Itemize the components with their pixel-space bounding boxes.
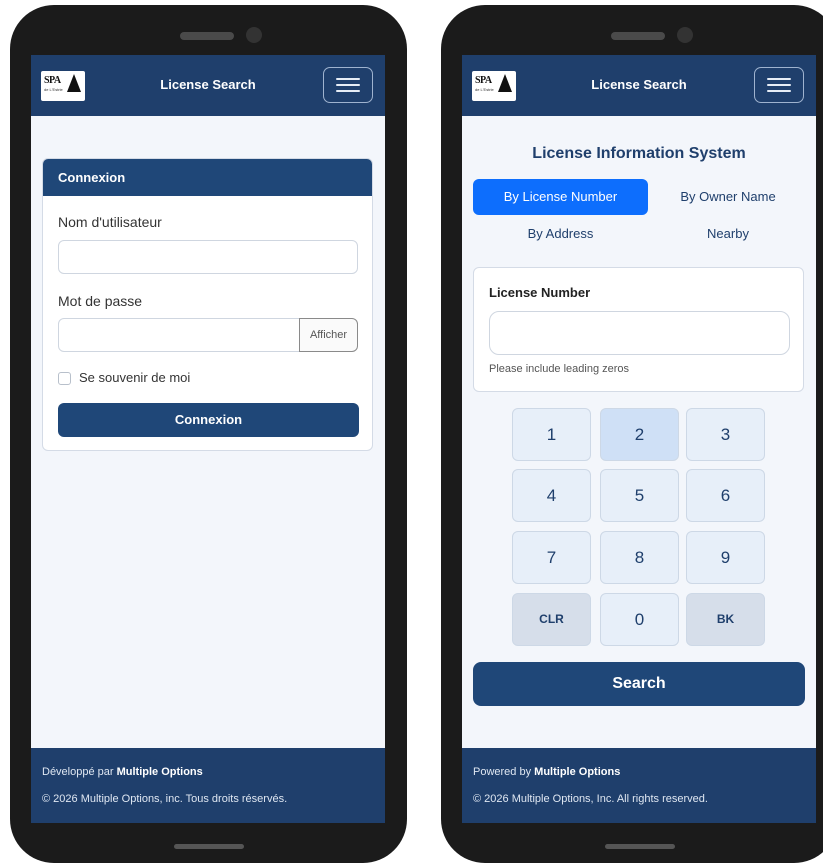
password-input[interactable] — [58, 318, 300, 352]
remember-me-label[interactable]: Se souvenir de moi — [79, 370, 190, 385]
phone-frame-left: SPA de L'Estrie License Search Connexion… — [10, 5, 407, 863]
footer-copyright: © 2026 Multiple Options, inc. Tous droit… — [42, 793, 288, 805]
keypad-9[interactable]: 9 — [686, 531, 765, 584]
footer-credit: Développé par Multiple Options — [42, 766, 203, 778]
page-footer: Powered by Multiple Options © 2026 Multi… — [462, 748, 816, 823]
speaker-grille — [180, 32, 234, 40]
keypad-5[interactable]: 5 — [600, 469, 679, 522]
footer-copyright: © 2026 Multiple Options, Inc. All rights… — [473, 793, 708, 805]
hamburger-icon — [767, 78, 791, 80]
front-camera — [246, 27, 262, 43]
keypad-2[interactable]: 2 — [600, 408, 679, 461]
home-indicator — [174, 844, 244, 849]
top-navbar: SPA de L'Estrie License Search — [462, 55, 816, 116]
footer-credit-prefix: Développé par — [42, 766, 117, 778]
keypad-backspace-button[interactable]: BK — [686, 593, 765, 646]
phone-frame-right: SPA de L'Estrie License Search License I… — [441, 5, 823, 863]
login-card: Connexion Nom d'utilisateur Mot de passe… — [42, 158, 373, 451]
license-number-input[interactable] — [489, 311, 790, 355]
license-number-card: License Number Please include leading ze… — [473, 267, 804, 392]
tab-by-license-number[interactable]: By License Number — [473, 179, 648, 215]
speaker-grille — [611, 32, 665, 40]
keypad-4[interactable]: 4 — [512, 469, 591, 522]
front-camera — [677, 27, 693, 43]
username-input[interactable] — [58, 240, 358, 274]
show-password-button[interactable]: Afficher — [299, 318, 358, 352]
keypad-0[interactable]: 0 — [600, 593, 679, 646]
footer-company-link[interactable]: Multiple Options — [117, 766, 203, 778]
footer-company-link[interactable]: Multiple Options — [534, 766, 620, 778]
footer-credit-prefix: Powered by — [473, 766, 535, 778]
license-search-screen: SPA de L'Estrie License Search License I… — [462, 55, 816, 823]
keypad-1[interactable]: 1 — [512, 408, 591, 461]
username-label: Nom d'utilisateur — [58, 214, 162, 230]
search-button[interactable]: Search — [473, 662, 805, 706]
keypad-7[interactable]: 7 — [512, 531, 591, 584]
menu-toggle-button[interactable] — [323, 67, 373, 103]
home-indicator — [605, 844, 675, 849]
tab-by-address[interactable]: By Address — [473, 216, 648, 252]
password-label: Mot de passe — [58, 293, 143, 309]
page-title: License Information System — [532, 145, 746, 162]
remember-me-checkbox[interactable] — [58, 372, 71, 385]
tab-nearby[interactable]: Nearby — [652, 216, 804, 252]
top-navbar: SPA de L'Estrie License Search — [31, 55, 385, 116]
keypad-3[interactable]: 3 — [686, 408, 765, 461]
keypad-clear-button[interactable]: CLR — [512, 593, 591, 646]
license-number-label: License Number — [489, 285, 591, 300]
hamburger-icon — [336, 78, 360, 80]
page-footer: Développé par Multiple Options © 2026 Mu… — [31, 748, 385, 823]
keypad-6[interactable]: 6 — [686, 469, 765, 522]
keypad-8[interactable]: 8 — [600, 531, 679, 584]
login-card-header: Connexion — [43, 159, 372, 196]
footer-credit: Powered by Multiple Options — [473, 766, 620, 778]
login-submit-button[interactable]: Connexion — [58, 403, 359, 437]
tab-by-owner-name[interactable]: By Owner Name — [652, 179, 804, 215]
login-screen: SPA de L'Estrie License Search Connexion… — [31, 55, 385, 823]
menu-toggle-button[interactable] — [754, 67, 804, 103]
license-number-help: Please include leading zeros — [489, 363, 630, 375]
